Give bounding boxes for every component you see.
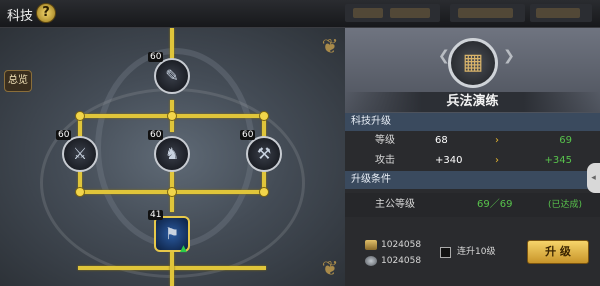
crossed-swords-icon: ⚔ <box>72 144 88 163</box>
node-level: 60 <box>148 130 164 140</box>
upgrade-available-icon: ▲ <box>180 244 187 254</box>
stat-current: 68 <box>435 135 448 146</box>
side-expand-tab[interactable]: ◂ <box>587 163 600 193</box>
page-title: 科技 <box>7 9 34 24</box>
question-icon[interactable]: ? <box>36 3 56 23</box>
stat-current: +340 <box>435 155 463 166</box>
stat-next: 69 <box>559 135 572 146</box>
multi-upgrade-label[interactable]: 连升10级 <box>457 244 495 257</box>
tree-junction <box>167 111 177 121</box>
multi-upgrade-checkbox[interactable] <box>440 247 451 258</box>
section-header-requirements: 升级条件 <box>345 171 600 189</box>
node-level: 41 <box>148 210 164 220</box>
resource-bar <box>345 4 440 22</box>
cost-row: 1024058 <box>365 238 421 252</box>
tech-node[interactable]: ⚒ 60 <box>240 130 282 172</box>
arrow-right-icon: › <box>495 155 499 166</box>
resource-bar <box>530 4 592 22</box>
requirement-row: 主公等级 69／69 (已达成) <box>345 193 600 217</box>
stat-key: 攻击 <box>375 155 395 166</box>
corner-ornament-icon: ❦ <box>321 34 339 58</box>
tree-junction <box>75 187 85 197</box>
node-level: 60 <box>56 130 72 140</box>
section-header-upgrade: 科技升级 <box>345 113 600 131</box>
tech-hero: ❮ ❯ ▦ 兵法演练 <box>345 28 600 113</box>
resource-bar <box>450 4 525 22</box>
cost-row: 1024058 <box>365 254 421 268</box>
ore-icon <box>365 255 377 266</box>
scroll-icon <box>365 239 377 250</box>
corner-ornament-icon: ❦ <box>321 256 339 280</box>
arrow-right-icon: › <box>495 135 499 146</box>
tome-icon: ✎ <box>165 66 179 85</box>
requirement-key: 主公等级 <box>375 199 415 210</box>
requirement-value: 69／69 <box>477 199 513 210</box>
tree-junction <box>259 111 269 121</box>
requirement-status: (已达成) <box>548 200 583 210</box>
stat-row: 等级 68 › 69 <box>345 131 600 151</box>
tree-junction <box>167 187 177 197</box>
go-board-icon: ▦ <box>448 38 498 88</box>
cost-amount: 1024058 <box>381 256 422 266</box>
node-level: 60 <box>148 52 164 62</box>
warhammer-icon: ⚒ <box>256 144 272 163</box>
tech-node-selected[interactable]: ⚑ 41 ▲ <box>148 210 190 254</box>
tech-node[interactable]: ♞ 60 <box>148 130 190 172</box>
tree-junction <box>75 111 85 121</box>
tree-connector <box>170 248 174 286</box>
tree-junction <box>259 187 269 197</box>
stat-key: 等级 <box>375 135 395 146</box>
tech-node[interactable]: ✎ 60 <box>148 52 190 94</box>
upgrade-button[interactable]: 升 级 <box>527 240 589 264</box>
top-bar: 科技 ? <box>0 0 600 28</box>
overview-button[interactable]: 总览 <box>4 70 32 92</box>
tech-name: 兵法演练 <box>345 92 600 112</box>
node-level: 60 <box>240 130 256 140</box>
tech-detail-panel: ❮ ❯ ▦ 兵法演练 科技升级 等级 68 › 69 攻击 +340 › +34… <box>345 28 600 286</box>
tech-tree: ❦ ❦ 总览 ✎ 60 ⚔ 60 ♞ 60 ⚒ 60 ⚑ 41 ▲ <box>0 28 345 286</box>
tech-node[interactable]: ⚔ 60 <box>56 130 98 172</box>
stat-next: +345 <box>544 155 572 166</box>
cost-amount: 1024058 <box>381 240 422 250</box>
stat-row: 攻击 +340 › +345 <box>345 151 600 171</box>
armored-knight-icon: ♞ <box>164 144 180 163</box>
